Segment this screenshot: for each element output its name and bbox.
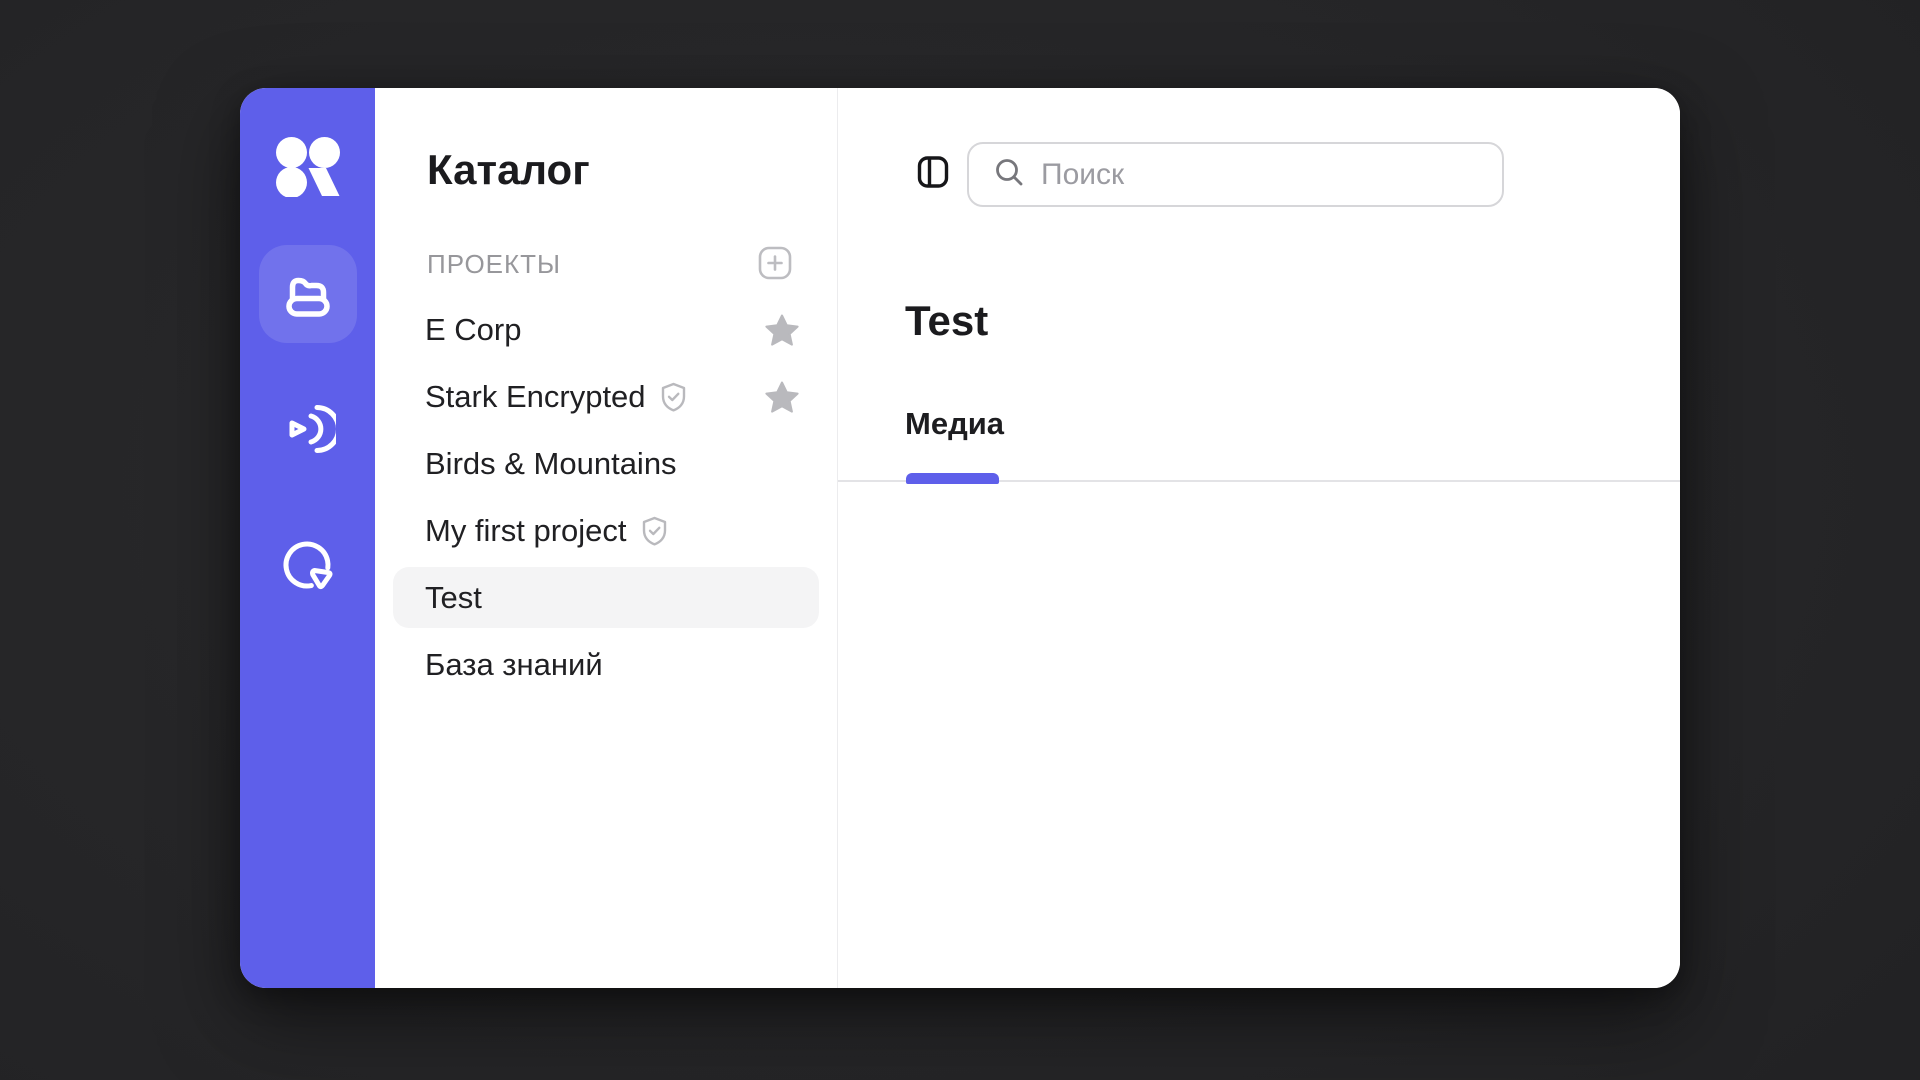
app-logo[interactable] (275, 137, 340, 197)
shield-check-icon (641, 516, 668, 546)
panel-toggle-button[interactable] (917, 154, 949, 190)
project-row[interactable]: База знаний (393, 634, 819, 695)
panel-title: Каталог (427, 145, 590, 195)
tab-media-label: Медиа (905, 406, 1004, 441)
rail-items (259, 245, 357, 615)
folder-icon (283, 269, 333, 320)
project-row[interactable]: My first project (393, 500, 819, 561)
rail-item-catalog[interactable] (259, 245, 357, 343)
panel-left-icon (917, 178, 949, 193)
project-label: База знаний (425, 647, 603, 683)
catalog-panel: Каталог ПРОЕКТЫ E Corp (375, 88, 838, 988)
project-label: My first project (425, 513, 627, 549)
tab-media[interactable]: Медиа (905, 406, 1004, 442)
project-list: E Corp Stark Encrypted (375, 299, 837, 701)
plus-icon (758, 246, 792, 283)
app-window: Каталог ПРОЕКТЫ E Corp (240, 88, 1680, 988)
project-row[interactable]: Stark Encrypted (393, 366, 819, 427)
search-box (967, 142, 1504, 207)
pie-chart-icon (281, 538, 335, 595)
projects-section-label: ПРОЕКТЫ (427, 249, 561, 280)
rail-item-analytics[interactable] (259, 517, 357, 615)
project-label: Stark Encrypted (425, 379, 646, 415)
project-label: Birds & Mountains (425, 446, 677, 482)
active-tab-indicator (906, 473, 999, 484)
project-label: E Corp (425, 312, 521, 348)
nav-rail (240, 88, 375, 988)
project-label: Test (425, 580, 482, 616)
project-row[interactable]: Birds & Mountains (393, 433, 819, 494)
shield-check-icon (660, 382, 687, 412)
add-project-button[interactable] (758, 247, 792, 281)
search-input[interactable] (1041, 158, 1482, 192)
page-title: Test (905, 296, 988, 346)
search-icon (994, 157, 1024, 192)
rail-item-media[interactable] (259, 381, 357, 479)
project-row[interactable]: E Corp (393, 299, 819, 360)
main-content: Test Медиа (838, 88, 1680, 988)
star-icon[interactable] (765, 314, 799, 346)
broadcast-icon (280, 403, 336, 458)
projects-section-header: ПРОЕКТЫ (427, 246, 792, 282)
project-row[interactable]: Test (393, 567, 819, 628)
star-icon[interactable] (765, 381, 799, 413)
desktop-background: Каталог ПРОЕКТЫ E Corp (0, 0, 1920, 1080)
